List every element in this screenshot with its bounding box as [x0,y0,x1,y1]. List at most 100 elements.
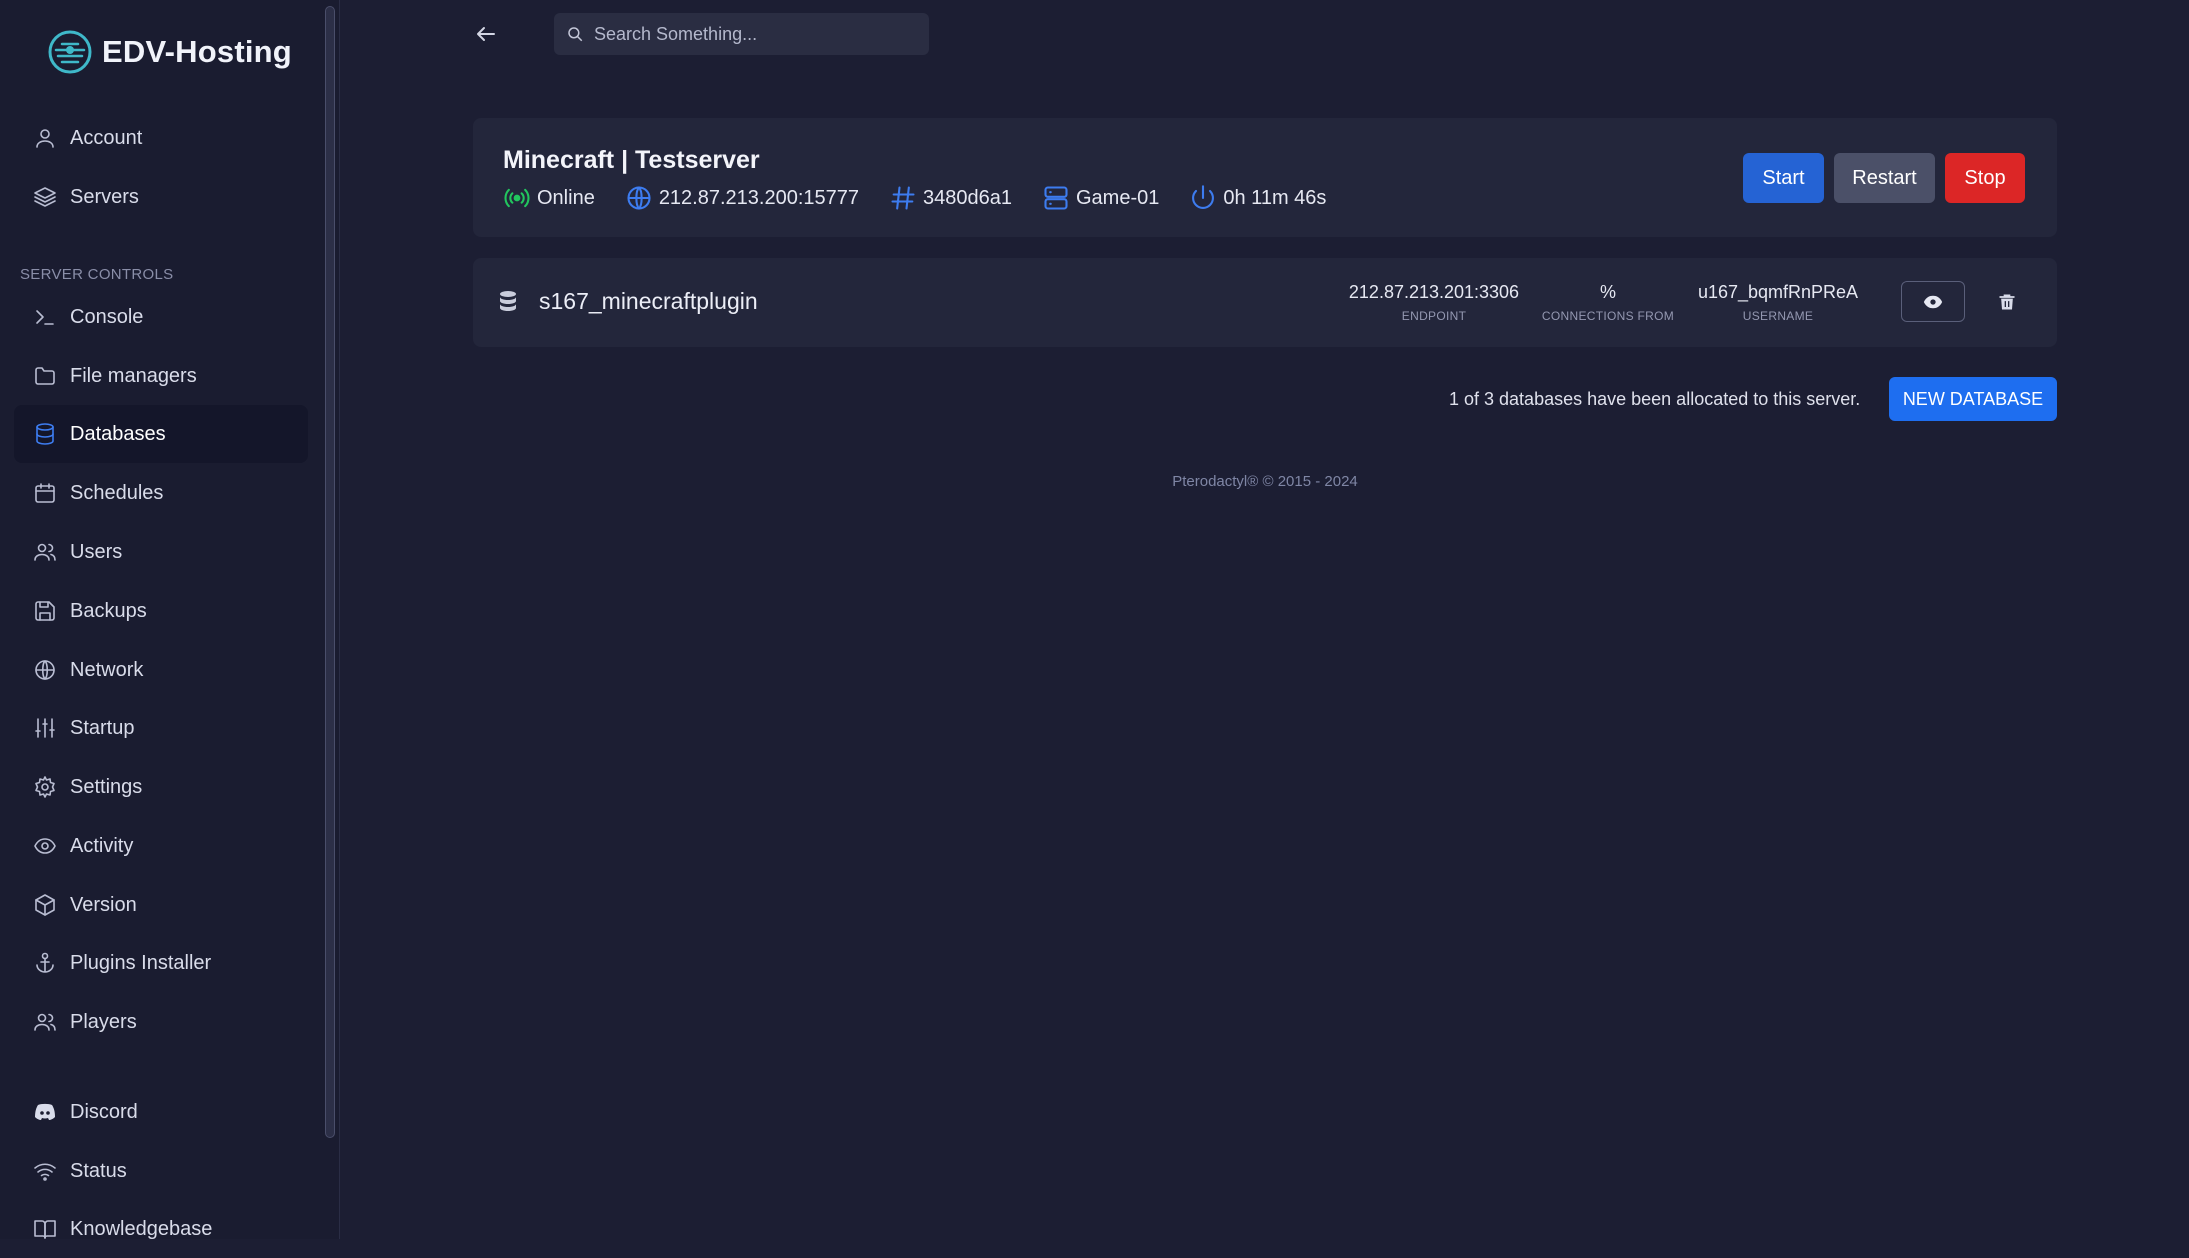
sidebar-item-schedules[interactable]: Schedules [14,464,308,522]
server-meta: Online 212.87.213.200:15777 3480d6a1 Gam… [503,184,1326,212]
sidebar-item-status[interactable]: Status [14,1142,308,1200]
server-address-text: 212.87.213.200:15777 [658,186,860,209]
sidebar-item-plugins-installer[interactable]: Plugins Installer [14,934,308,992]
sidebar-item-label: Version [70,893,137,916]
sidebar-item-network[interactable]: Network [14,641,308,699]
server-node: Game-01 [1042,184,1159,212]
eye-icon [32,833,58,859]
server-uptime: 0h 11m 46s [1189,184,1326,212]
endpoint-label: ENDPOINT [1401,309,1467,323]
start-button[interactable]: Start [1743,153,1824,203]
stop-button[interactable]: Stop [1945,153,2025,203]
server-status-text: Online [537,186,595,209]
sidebar-item-label: Status [70,1159,127,1182]
server-title: Minecraft | Testserver [503,146,760,174]
arrow-left-icon [477,27,495,41]
users-icon [32,539,58,565]
database-endpoint: 212.87.213.201:3306 ENDPOINT [1339,282,1529,323]
terminal-icon [32,304,58,330]
sidebar-item-label: Activity [70,834,134,857]
sidebar-item-file-managers[interactable]: File managers [14,347,308,405]
globe-icon [32,657,58,683]
server-id: 3480d6a1 [889,184,1012,212]
search-bar[interactable] [554,13,929,55]
globe-icon [627,186,651,210]
gear-icon [32,774,58,800]
discord-icon [32,1099,58,1125]
user-icon [32,125,58,151]
delete-database-button[interactable] [1993,288,2021,316]
sidebar-item-knowledgebase[interactable]: Knowledgebase [14,1200,308,1258]
sidebar-item-activity[interactable]: Activity [14,817,308,875]
server-address: 212.87.213.200:15777 [625,184,859,212]
trash-icon [1999,294,2015,310]
sidebar-item-settings[interactable]: Settings [14,758,308,816]
server-status: Online [503,184,595,212]
brand-logo[interactable]: EDV-Hosting [46,28,292,76]
sidebar-item-label: Databases [70,422,166,445]
book-icon [32,1216,58,1242]
sidebar-item-label: Players [70,1010,137,1033]
footer-copyright: Pterodactyl® © 2015 - 2024 [1172,473,1358,490]
sidebar-item-label: Startup [70,716,135,739]
anchor-icon [32,950,58,976]
sidebar: EDV-Hosting Account Servers SERVER CONTR… [0,0,340,1240]
sidebar-item-label: Users [70,540,123,563]
search-input[interactable] [594,23,894,45]
sidebar-item-startup[interactable]: Startup [14,699,308,757]
sidebar-item-label: Discord [70,1100,138,1123]
sidebar-item-label: Knowledgebase [70,1217,213,1240]
database-icon [32,421,58,447]
calendar-icon [32,480,58,506]
power-icon [1192,185,1215,209]
new-database-button[interactable]: NEW DATABASE [1889,377,2057,421]
layers-icon [32,184,58,210]
broadcast-icon [504,188,530,208]
sidebar-item-backups[interactable]: Backups [14,582,308,640]
endpoint-value: 212.87.213.201:3306 [1348,282,1520,302]
username-label: USERNAME [1742,309,1814,323]
server-id-text: 3480d6a1 [923,186,1012,209]
section-label: SERVER CONTROLS [20,266,174,283]
sidebar-item-label: Settings [70,775,143,798]
allocation-text: 1 of 3 databases have been allocated to … [1449,389,1861,409]
server-uptime-text: 0h 11m 46s [1223,186,1327,209]
folder-icon [32,363,58,389]
database-name: s167_minecraftplugin [539,288,758,314]
sidebar-item-label: Backups [70,599,147,622]
database-connections: % CONNECTIONS FROM [1533,282,1683,323]
sidebar-item-console[interactable]: Console [14,288,308,346]
restart-button[interactable]: Restart [1834,153,1935,203]
back-button[interactable] [470,18,502,50]
sidebar-item-label: Servers [70,185,139,208]
sidebar-item-users[interactable]: Users [14,523,308,581]
username-value: u167_bqmfRnPReA [1697,282,1859,302]
users-icon [32,1009,58,1035]
sidebar-item-account[interactable]: Account [14,109,308,167]
database-row: s167_minecraftplugin 212.87.213.201:3306… [473,258,2057,347]
save-icon [32,598,58,624]
logo-icon [48,30,92,74]
sliders-icon [32,715,58,741]
sidebar-item-databases[interactable]: Databases [14,405,308,463]
wifi-icon [32,1158,58,1184]
sidebar-scrollbar[interactable] [325,6,335,1138]
sidebar-item-label: Console [70,305,144,328]
server-header-card: Minecraft | Testserver Online 212.87.213… [473,118,2057,237]
sidebar-item-label: Network [70,658,144,681]
database-icon [500,291,516,311]
sidebar-item-label: Account [70,126,143,149]
database-username: u167_bqmfRnPReA USERNAME [1693,282,1863,323]
view-details-button[interactable] [1901,281,1965,322]
connections-value: % [1599,282,1616,302]
server-icon [1044,186,1068,210]
search-icon [568,27,583,42]
server-node-text: Game-01 [1076,186,1160,209]
sidebar-item-discord[interactable]: Discord [14,1083,308,1141]
sidebar-item-version[interactable]: Version [14,876,308,934]
sidebar-item-players[interactable]: Players [14,993,308,1051]
connections-label: CONNECTIONS FROM [1541,309,1675,323]
sidebar-item-label: Schedules [70,481,164,504]
sidebar-item-servers[interactable]: Servers [14,168,308,226]
eye-icon [1923,295,1943,308]
